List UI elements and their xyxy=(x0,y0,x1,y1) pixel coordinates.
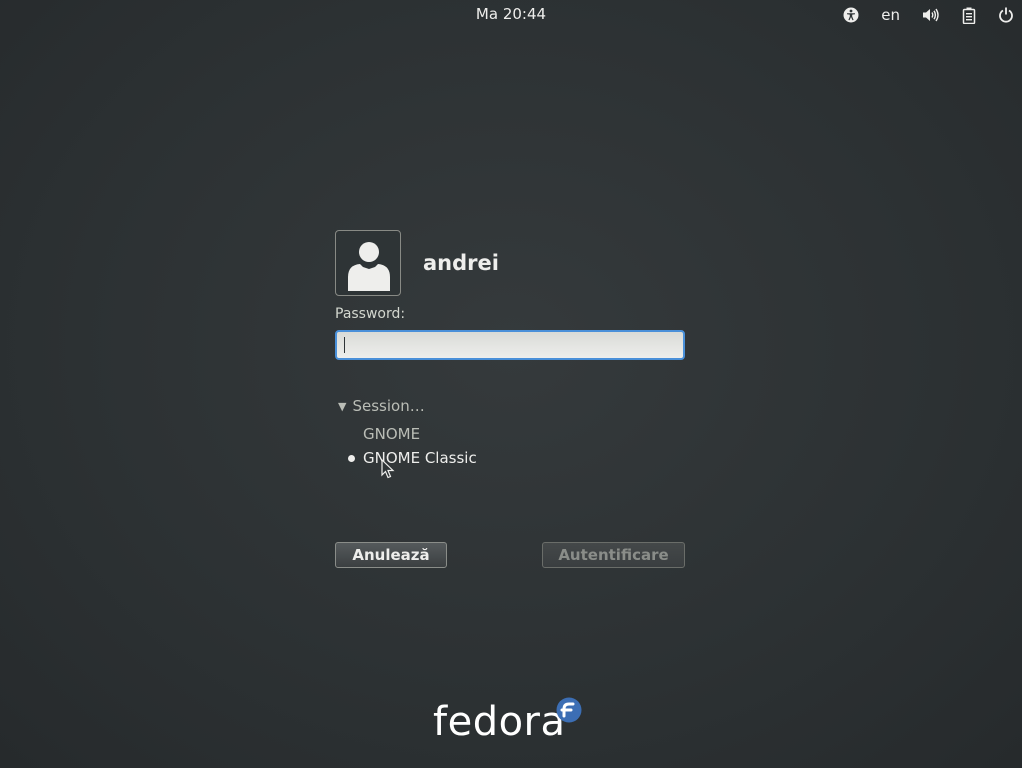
session-toggle[interactable]: ▼ Session… xyxy=(335,397,685,415)
text-caret xyxy=(344,337,345,353)
user-silhouette-icon xyxy=(348,242,390,291)
login-panel: andrei Password: ▼ Session… GNOME GNOME … xyxy=(335,229,685,568)
fedora-infinity-icon xyxy=(556,697,582,723)
username: andrei xyxy=(423,251,499,275)
battery-icon[interactable] xyxy=(962,4,976,26)
top-bar: Ma 20:44 en xyxy=(0,0,1022,28)
accessibility-icon[interactable] xyxy=(843,4,859,26)
system-tray: en xyxy=(821,4,1014,26)
fedora-wordmark: fedora xyxy=(433,699,566,745)
triangle-down-icon: ▼ xyxy=(338,399,347,413)
language-indicator[interactable]: en xyxy=(881,4,900,26)
fedora-logo: fedora xyxy=(433,697,583,747)
session-item-gnome[interactable]: GNOME xyxy=(335,422,685,446)
selected-dot-icon xyxy=(348,455,355,462)
cancel-button[interactable]: Anulează xyxy=(335,542,447,568)
volume-icon[interactable] xyxy=(922,4,940,26)
login-button[interactable]: Autentificare xyxy=(542,542,685,568)
password-label: Password: xyxy=(335,306,406,322)
mouse-pointer-icon xyxy=(381,458,395,483)
password-field[interactable] xyxy=(335,330,685,360)
user-row: andrei xyxy=(335,229,685,297)
session-toggle-label: Session… xyxy=(352,397,425,415)
power-icon[interactable] xyxy=(998,4,1014,26)
button-row: Anulează Autentificare xyxy=(335,542,685,568)
session-item-label: GNOME xyxy=(363,425,421,443)
avatar xyxy=(335,230,401,296)
